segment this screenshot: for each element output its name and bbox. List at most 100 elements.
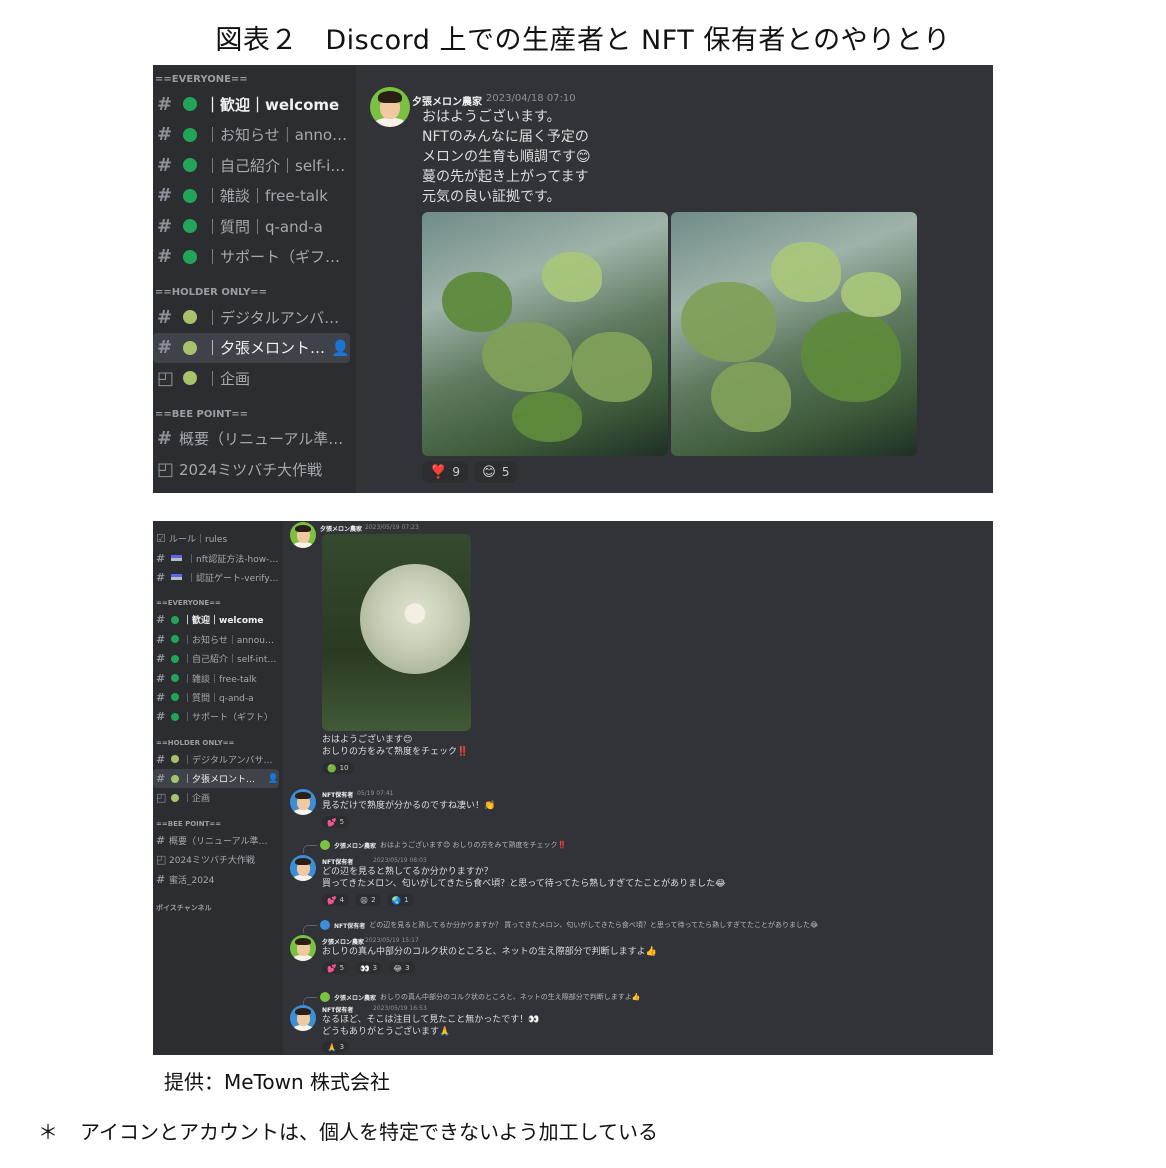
hash-icon: #: [156, 570, 166, 584]
channel-kikaku[interactable]: ◰ ｜企画: [153, 363, 350, 394]
channel-yubari-melon[interactable]: #｜夕張メロントー…👤: [153, 332, 350, 363]
green-circle-icon: 🟢: [327, 763, 337, 773]
hash-icon: #: [157, 93, 173, 115]
reaction-hearts[interactable]: 💕 5: [322, 962, 350, 974]
category-everyone[interactable]: ==EVERYONE==: [153, 65, 356, 89]
hearts-icon: 💕: [327, 895, 337, 905]
message-area: 夕張メロン農家 2023/05/19 07:23 おはようございます😊 おしりの…: [283, 521, 993, 1055]
status-dot-icon: [183, 340, 197, 355]
channel-yubari-melon[interactable]: #｜夕張メロントー…👤: [153, 768, 279, 789]
reaction-heart[interactable]: ❣️ 9: [422, 461, 469, 483]
status-dot-icon: [171, 654, 179, 663]
category-holder-only[interactable]: ==HOLDER ONLY==: [153, 278, 356, 302]
reaction-eyes[interactable]: 👀 3: [355, 962, 383, 974]
channel-bee-2024[interactable]: ◰ 2024ミツバチ大作戦: [153, 850, 279, 869]
hash-icon: #: [157, 154, 173, 176]
reply-preview[interactable]: 夕張メロン農家 おはようございます😊 おしりの方をみて熟度をチェック‼️: [320, 840, 566, 850]
message-author[interactable]: 夕張メロン農家: [320, 524, 362, 533]
status-dot-icon: [171, 793, 179, 802]
message-author[interactable]: NFT保有者: [322, 790, 353, 799]
channel-support[interactable]: # ｜サポート（ギフト）: [153, 707, 279, 726]
reaction-row: 💕 4 😫 2 🌏 1: [322, 894, 414, 906]
channel-free-talk[interactable]: # ｜雑談｜free-talk: [153, 668, 279, 687]
category-holder-only[interactable]: ==HOLDER ONLY==: [153, 731, 283, 750]
farmer-avatar[interactable]: [370, 87, 410, 127]
forum-icon: ◰: [157, 367, 175, 389]
channel-digital-ambassador[interactable]: # ｜デジタルアンバサ…: [153, 750, 279, 769]
farmer-avatar[interactable]: [290, 522, 316, 548]
reaction-hearts[interactable]: 💕 4: [322, 894, 350, 906]
reaction-laugh[interactable]: 😂 3: [388, 962, 415, 974]
channel-announcements[interactable]: # ｜お知らせ｜announ…: [153, 630, 279, 649]
channel-welcome[interactable]: # ｜歓迎｜welcome: [153, 610, 279, 629]
reaction-row: 💕 5 👀 3 😂 3: [322, 962, 415, 974]
category-voice[interactable]: ボイスチャンネル: [153, 895, 283, 916]
channel-verify[interactable]: # ｜認証ゲート-verify-…: [153, 568, 279, 587]
forum-icon: ◰: [156, 853, 167, 867]
message-line: おしりの方をみて熟度をチェック‼️: [322, 747, 469, 757]
channel-self-intro[interactable]: # ｜自己紹介｜self-int…: [153, 649, 279, 668]
melon-photo[interactable]: [322, 534, 471, 731]
channel-announcements[interactable]: # ｜お知らせ｜announ…: [153, 120, 350, 151]
hash-icon: #: [156, 632, 166, 646]
melon-vine-photo-2[interactable]: [671, 212, 917, 456]
message-line: 見るだけで熟度が分かるのですね凄い！👏: [322, 801, 496, 811]
category-bee-point[interactable]: ==BEE POINT==: [153, 812, 283, 831]
channel-bee-2024[interactable]: ◰ 2024ミツバチ大作戦: [153, 454, 350, 485]
hash-icon: #: [156, 613, 166, 627]
category-bee-point[interactable]: ==BEE POINT==: [153, 400, 356, 424]
reply-preview[interactable]: NFT保有者 どの辺を見ると熟してるか分かりますか？ 買ってきたメロン、匂いがして…: [320, 920, 818, 930]
message-line: おはようございます😊: [322, 735, 413, 745]
eyes-icon: 👀: [360, 963, 370, 973]
channel-kikaku[interactable]: ◰ ｜企画: [153, 788, 279, 807]
channel-welcome[interactable]: # ｜歓迎｜welcome: [153, 89, 350, 120]
reply-preview[interactable]: 夕張メロン農家 おしりの真ん中部分のコルク状のところと、ネットの生え際部分で判断し…: [320, 992, 640, 1002]
reaction-green[interactable]: 🟢 10: [322, 762, 354, 774]
hash-icon: #: [157, 428, 173, 450]
footnote-text: アイコンとアカウントは、個人を特定できないよう加工している: [80, 1120, 658, 1144]
channel-overview[interactable]: # 概要（リニューアル準…: [153, 424, 350, 455]
reaction-tired[interactable]: 😫 2: [355, 894, 381, 906]
channel-overview[interactable]: # 概要（リニューアル準…: [153, 831, 279, 850]
channel-q-and-a[interactable]: # ｜質問｜q-and-a: [153, 688, 279, 707]
add-member-icon[interactable]: 👤: [268, 774, 279, 784]
reply-avatar: [320, 920, 330, 930]
reaction-hearts[interactable]: 💕 5: [322, 816, 350, 828]
hash-icon: #: [156, 671, 166, 685]
category-everyone[interactable]: ==EVERYONE==: [153, 591, 283, 610]
message-author[interactable]: 夕張メロン農家: [322, 937, 364, 946]
hash-icon: #: [156, 690, 166, 704]
reaction-smile[interactable]: 😊 5: [474, 461, 518, 483]
discord-screenshot-2: ☑ ルール｜rules # ｜nft認証方法-how-t… # ｜認証ゲート-veri…: [153, 521, 993, 1055]
channel-self-intro[interactable]: # ｜自己紹介｜self-int…: [153, 150, 350, 181]
message-line: どの辺を見ると熟してるか分かりますか？: [322, 867, 493, 877]
channel-rules[interactable]: ☑ ルール｜rules: [153, 529, 279, 548]
channel-digital-ambassador[interactable]: # ｜デジタルアンバサ…: [153, 302, 350, 333]
reaction-row: ❣️ 9 😊 5: [422, 461, 518, 483]
message-timestamp: 05/19 07:41: [357, 790, 394, 797]
channel-mitsukatsu[interactable]: # 蜜活_2024: [153, 869, 279, 888]
channel-support[interactable]: # ｜サポート（ギフト）: [153, 242, 350, 273]
laughing-icon: 😂: [393, 963, 403, 973]
message-timestamp: 2023/05/19 15:17: [365, 937, 419, 944]
message-author[interactable]: 夕張メロン農家: [412, 93, 482, 108]
reaction-globe[interactable]: 🌏 1: [386, 894, 414, 906]
reaction-pray[interactable]: 🙏 3: [322, 1041, 350, 1053]
channel-nft-howto[interactable]: # ｜nft認証方法-how-t…: [153, 548, 279, 567]
hash-icon: #: [157, 185, 173, 207]
channel-q-and-a[interactable]: # ｜質問｜q-and-a: [153, 211, 350, 242]
farmer-avatar[interactable]: [290, 935, 316, 961]
status-dot-icon: [183, 188, 197, 203]
message-line: おはようございます。: [422, 109, 561, 125]
nft-holder-avatar[interactable]: [290, 1005, 316, 1031]
melon-vine-photo-1[interactable]: [422, 212, 668, 456]
message-author[interactable]: NFT保有者: [322, 857, 353, 866]
channel-free-talk[interactable]: # ｜雑談｜free-talk: [153, 181, 350, 212]
footnote-mark: ＊: [38, 1120, 58, 1144]
hash-icon: #: [157, 246, 173, 268]
nft-holder-avatar[interactable]: [290, 789, 316, 815]
nft-holder-avatar[interactable]: [290, 855, 316, 881]
message-author[interactable]: NFT保有者: [322, 1005, 353, 1014]
smile-icon: 😊: [482, 464, 496, 480]
add-member-icon[interactable]: 👤: [331, 339, 350, 357]
